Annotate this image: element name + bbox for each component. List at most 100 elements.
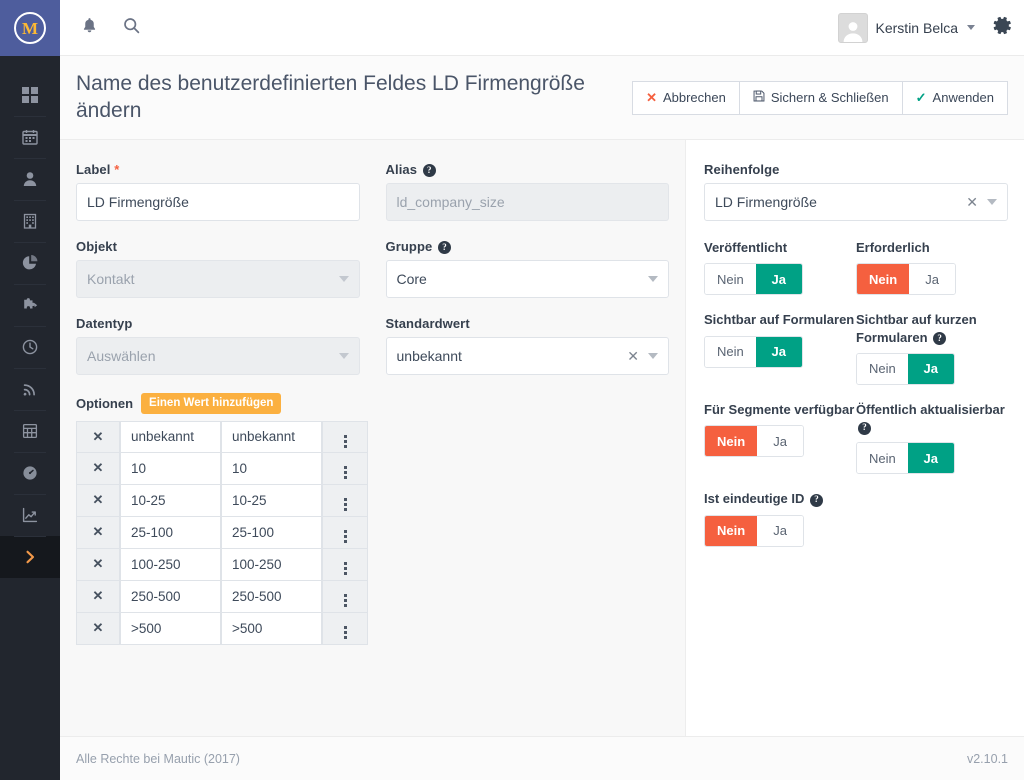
chevron-down-icon[interactable] xyxy=(987,199,997,205)
drag-dots-icon[interactable] xyxy=(322,452,368,485)
sidebar-item-components[interactable] xyxy=(0,410,60,452)
help-icon[interactable]: ? xyxy=(933,332,947,346)
footer-version: v2.10.1 xyxy=(966,751,1008,766)
sidebar-item-stages[interactable] xyxy=(0,452,60,494)
drag-dots-icon[interactable] xyxy=(322,516,368,549)
toggle-no-publicly-updatable[interactable]: Nein xyxy=(857,443,908,474)
sidebar-item-channels[interactable] xyxy=(0,368,60,410)
options-table-body: ✕ unbekannt unbekannt ✕ 10 10 ✕ 10-25 10… xyxy=(76,420,368,645)
gear-icon[interactable] xyxy=(993,16,1012,40)
option-value-cell[interactable]: >500 xyxy=(221,612,322,645)
object-field-label: Objekt xyxy=(76,239,118,254)
drag-dots-icon[interactable] xyxy=(322,484,368,517)
option-label-cell[interactable]: 25-100 xyxy=(120,516,221,549)
option-label-cell[interactable]: >500 xyxy=(120,612,221,645)
delete-x-icon[interactable]: ✕ xyxy=(76,516,120,549)
toggle-yes-publicly-updatable[interactable]: Ja xyxy=(907,443,954,474)
help-icon[interactable]: ? xyxy=(422,163,436,177)
toggle-label-publicly-updatable: Öffentlich aktualisierbar ? xyxy=(856,401,1008,436)
toggle-label-visible-short-forms-text: Sichtbar auf kurzen Formularen xyxy=(856,312,977,345)
sidebar-item-campaigns[interactable] xyxy=(0,284,60,326)
toggle-published[interactable]: Nein Ja xyxy=(704,263,803,296)
sidebar-item-dashboard[interactable] xyxy=(0,74,60,116)
sidebar-item-segments[interactable] xyxy=(0,242,60,284)
avatar[interactable] xyxy=(837,12,868,43)
delete-x-icon[interactable]: ✕ xyxy=(76,580,120,613)
toggle-visible-on-forms[interactable]: Nein Ja xyxy=(704,335,803,368)
toggle-no-required[interactable]: Nein xyxy=(857,264,910,295)
option-value-cell[interactable]: 25-100 xyxy=(221,516,322,549)
chevron-down-icon[interactable] xyxy=(967,25,975,30)
toggle-visible-short-forms[interactable]: Nein Ja xyxy=(856,352,955,385)
alias-input-value: ld_company_size xyxy=(396,194,505,210)
option-label-cell[interactable]: 100-250 xyxy=(120,548,221,581)
default-value-select-value: unbekannt xyxy=(396,348,462,364)
sidebar-item-reports[interactable] xyxy=(0,494,60,536)
toggle-no-available-segments[interactable]: Nein xyxy=(705,426,758,457)
add-value-button[interactable]: Einen Wert hinzufügen xyxy=(141,393,282,414)
table-row: ✕ 10-25 10-25 xyxy=(76,484,368,517)
label-input[interactable]: LD Firmengröße xyxy=(76,183,360,221)
drag-dots-icon[interactable] xyxy=(322,612,368,645)
clear-x-icon[interactable]: ✕ xyxy=(627,348,639,365)
help-icon[interactable]: ? xyxy=(810,493,824,507)
table-row: ✕ 100-250 100-250 xyxy=(76,548,368,581)
toggle-no-is-unique-id[interactable]: Nein xyxy=(705,515,758,546)
option-value-cell[interactable]: 10-25 xyxy=(221,484,322,517)
toggle-label-is-unique-id: Ist eindeutige ID ? xyxy=(704,490,856,507)
mautic-logo[interactable]: M xyxy=(0,0,60,56)
table-row: ✕ >500 >500 xyxy=(76,612,368,645)
toggle-available-segments[interactable]: Nein Ja xyxy=(704,425,805,458)
help-icon[interactable]: ? xyxy=(858,421,871,435)
delete-x-icon[interactable]: ✕ xyxy=(76,548,120,581)
delete-x-icon[interactable]: ✕ xyxy=(76,452,120,485)
option-label-cell[interactable]: 10 xyxy=(120,452,221,485)
toggle-yes-visible-short-forms[interactable]: Ja xyxy=(907,353,954,384)
drag-dots-icon[interactable] xyxy=(322,548,368,581)
toggle-label-visible-short-forms: Sichtbar auf kurzen Formularen ? xyxy=(856,311,1008,346)
toggle-yes-published[interactable]: Ja xyxy=(755,264,802,295)
toggle-publicly-updatable[interactable]: Nein Ja xyxy=(856,442,955,475)
option-label-cell[interactable]: 250-500 xyxy=(120,580,221,613)
drag-dots-icon[interactable] xyxy=(322,420,368,453)
apply-button[interactable]: ✓ Anwenden xyxy=(902,80,1008,115)
toggle-required[interactable]: Nein Ja xyxy=(856,263,957,296)
option-value-cell[interactable]: 10 xyxy=(221,452,322,485)
chevron-down-icon[interactable] xyxy=(648,276,658,282)
default-value-select[interactable]: unbekannt ✕ xyxy=(385,337,669,375)
save-and-close-button[interactable]: Sichern & Schließen xyxy=(739,80,903,115)
clear-x-icon[interactable]: ✕ xyxy=(966,194,978,211)
toggle-yes-visible-on-forms[interactable]: Ja xyxy=(755,336,802,367)
sidebar-item-companies[interactable] xyxy=(0,200,60,242)
default-value-field-label: Standardwert xyxy=(385,316,470,331)
delete-x-icon[interactable]: ✕ xyxy=(76,612,120,645)
toggle-is-unique-id[interactable]: Nein Ja xyxy=(704,514,805,547)
help-icon[interactable]: ? xyxy=(438,240,452,254)
option-value-cell[interactable]: 100-250 xyxy=(221,548,322,581)
user-name-label[interactable]: Kerstin Belca xyxy=(876,20,958,36)
cancel-button[interactable]: ✕ Abbrechen xyxy=(632,80,740,115)
delete-x-icon[interactable]: ✕ xyxy=(76,420,120,453)
notifications-button[interactable] xyxy=(68,0,110,56)
toggle-no-visible-short-forms[interactable]: Nein xyxy=(857,353,908,384)
toggle-yes-required[interactable]: Ja xyxy=(909,264,956,295)
delete-x-icon[interactable]: ✕ xyxy=(76,484,120,517)
sidebar-item-contacts[interactable] xyxy=(0,158,60,200)
order-select[interactable]: LD Firmengröße ✕ xyxy=(704,183,1008,221)
toggle-yes-is-unique-id[interactable]: Ja xyxy=(757,515,804,546)
toggle-no-visible-on-forms[interactable]: Nein xyxy=(705,336,756,367)
group-select[interactable]: Core xyxy=(385,260,669,298)
toggle-yes-available-segments[interactable]: Ja xyxy=(757,426,804,457)
global-search-button[interactable] xyxy=(110,0,152,56)
option-value-cell[interactable]: unbekannt xyxy=(221,420,322,453)
option-value-cell[interactable]: 250-500 xyxy=(221,580,322,613)
drag-dots-icon[interactable] xyxy=(322,580,368,613)
toggle-no-published[interactable]: Nein xyxy=(705,264,756,295)
sidebar-item-points[interactable] xyxy=(0,326,60,368)
chevron-down-icon[interactable] xyxy=(648,353,658,359)
sidebar-item-expand-menu[interactable] xyxy=(0,536,60,578)
page-footer: Alle Rechte bei Mautic (2017) v2.10.1 xyxy=(60,736,1024,780)
option-label-cell[interactable]: 10-25 xyxy=(120,484,221,517)
option-label-cell[interactable]: unbekannt xyxy=(120,420,221,453)
sidebar-item-calendar[interactable] xyxy=(0,116,60,158)
